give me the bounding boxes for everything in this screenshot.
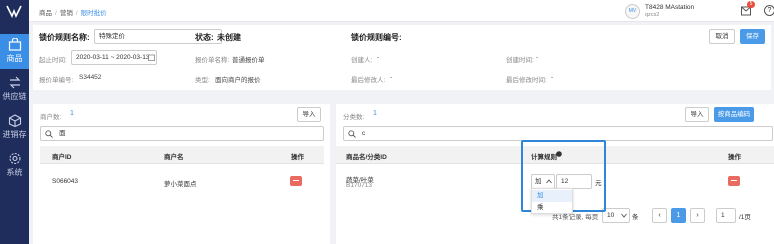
category-import-button[interactable]: 导入 — [685, 107, 709, 122]
sidebar-label: 供应链 — [2, 92, 27, 101]
type-label: 类型: — [195, 77, 210, 84]
rule-header-card: 锁价规则名称: 特殊定价 状态: 未创建 锁价规则编号: 取消 保存 起止时间:… — [33, 25, 771, 90]
goto-page-input[interactable]: 1 — [716, 208, 736, 223]
delete-button[interactable] — [728, 176, 740, 186]
user-name: T8428 MAstation — [645, 4, 695, 11]
date-range-input[interactable]: 2020-03-11 ~ 2020-03-13 — [71, 50, 157, 65]
modifier-value: - — [390, 74, 393, 81]
merchant-count-value: 1 — [70, 110, 74, 117]
merchant-search-input[interactable]: 面 — [40, 126, 324, 141]
merchant-panel: 商户数: 1 导入 面 商户ID 商户名 操作 S066043 萝小菜面点 — [33, 104, 330, 244]
creator-value: - — [377, 54, 380, 61]
add-by-code-button[interactable]: 按商品编码 — [714, 107, 754, 122]
merchant-search-value: 面 — [59, 130, 66, 137]
next-page-button[interactable]: › — [690, 208, 705, 223]
dropdown-option-add[interactable]: 加 — [532, 190, 572, 202]
page-button-current[interactable]: 1 — [671, 208, 686, 223]
swap-icon — [9, 76, 20, 89]
start-time-label: 起止时间: — [39, 57, 67, 64]
save-button[interactable]: 保存 — [740, 29, 765, 44]
creator-label: 创建人: — [351, 57, 373, 64]
type-value: 面向商户的报价 — [215, 77, 261, 84]
merchant-table-header: 商户ID 商户名 操作 — [40, 146, 324, 164]
column-header: 操作 — [291, 154, 304, 161]
search-icon — [348, 130, 356, 138]
page-size-select[interactable]: 10 — [602, 208, 630, 223]
merchant-count-label: 商户数: — [40, 114, 62, 121]
modified-time-value: - — [551, 74, 554, 81]
cancel-button[interactable]: 取消 — [709, 29, 735, 44]
quote-no-value: S34452 — [79, 74, 102, 81]
sidebar-label: 商品 — [6, 54, 23, 63]
page-size-unit: 条 — [632, 214, 639, 221]
status-value: 未创建 — [217, 33, 241, 42]
quote-name-value: 普通报价单 — [232, 57, 265, 64]
delete-button[interactable] — [290, 176, 302, 186]
bag-icon — [8, 38, 21, 51]
category-search-value: c — [362, 130, 366, 137]
category-count-value: 1 — [373, 110, 377, 117]
topbar: 商品 / 营销 / 限时批价 MV T8428 MAstation qzcs2 5 ? — [29, 0, 774, 22]
modifier-label: 最后修改人: — [351, 77, 386, 84]
prev-page-button[interactable]: ‹ — [652, 208, 667, 223]
user-account: qzcs2 — [645, 12, 660, 18]
modified-time-label: 最后修改时间: — [506, 77, 547, 84]
status-label: 状态: — [195, 33, 214, 42]
search-icon — [45, 130, 53, 138]
rule-operator-dropdown: 加 乘 — [531, 188, 573, 214]
breadcrumb: 商品 / 营销 / 限时批价 — [39, 10, 107, 17]
breadcrumb-item[interactable]: 商品 — [39, 10, 52, 17]
rule-no-label: 锁价规则编号: — [351, 33, 402, 42]
category-count-label: 分类数: — [343, 114, 365, 121]
quote-name-label: 报价单名称: — [195, 57, 230, 64]
rule-name-label: 锁价规则名称: — [39, 33, 90, 42]
merchant-name: 萝小菜面点 — [164, 181, 197, 188]
column-header: 商品名/分类ID — [346, 154, 387, 161]
sidebar-item-system[interactable]: 系统 — [0, 148, 29, 183]
column-header: 操作 — [728, 154, 741, 161]
created-time-label: 创建时间: — [506, 57, 534, 64]
user-menu[interactable]: MV T8428 MAstation qzcs2 — [625, 3, 725, 19]
sidebar-item-inventory[interactable]: 进销存 — [0, 110, 29, 145]
breadcrumb-item[interactable]: 营销 — [60, 10, 73, 17]
avatar: MV — [625, 4, 640, 19]
sidebar-item-goods[interactable]: 商品 — [0, 34, 29, 69]
breadcrumb-current: 限时批价 — [80, 10, 107, 17]
quote-no-label: 报价单编号: — [39, 77, 74, 84]
dropdown-option-multiply[interactable]: 乘 — [532, 202, 572, 214]
merchant-id: S066043 — [52, 178, 79, 185]
sidebar: 商品 供应链 进销存 系统 — [0, 0, 29, 244]
sidebar-label: 系统 — [6, 168, 23, 177]
logo-icon — [6, 5, 22, 18]
category-search-input[interactable]: c — [343, 126, 773, 141]
sidebar-label: 进销存 — [2, 130, 27, 139]
total-pages: /1页 — [739, 214, 751, 221]
date-range-value: 2020-03-11 ~ 2020-03-13 — [76, 54, 150, 61]
category-id: B170713 — [346, 182, 373, 189]
column-header: 商户ID — [52, 154, 72, 161]
help-icon[interactable]: ? — [764, 5, 774, 16]
merchant-import-button[interactable]: 导入 — [297, 107, 321, 122]
page-size-value: 10 — [607, 212, 615, 219]
column-header: 商户名 — [164, 154, 184, 161]
notification-badge: 5 — [747, 1, 755, 8]
calendar-icon[interactable] — [148, 54, 155, 61]
created-time-value: - — [536, 54, 539, 61]
sidebar-item-supply[interactable]: 供应链 — [0, 72, 29, 107]
box-icon — [8, 114, 21, 127]
gear-icon — [8, 152, 21, 165]
chevron-down-icon — [621, 213, 627, 218]
